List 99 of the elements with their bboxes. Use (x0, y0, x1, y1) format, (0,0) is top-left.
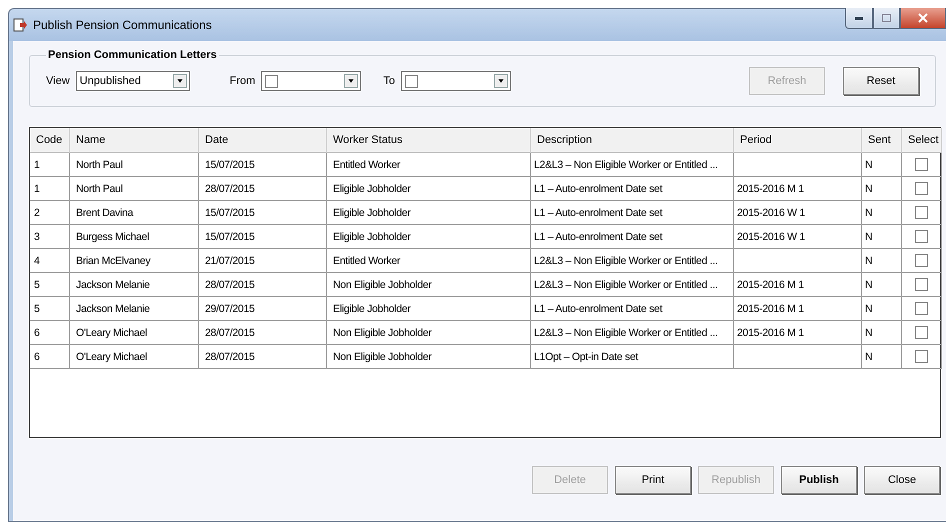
action-button[interactable]: Publish (781, 466, 857, 494)
column-header[interactable]: Period (734, 128, 862, 153)
table-cell: 15/07/2015 (199, 225, 327, 249)
table-cell: 5 (30, 273, 70, 297)
table-cell: 6 (30, 321, 70, 345)
table-cell: L1 – Auto-enrolment Date set (531, 297, 734, 321)
group-title: Pension Communication Letters (47, 49, 218, 61)
table-cell: O'Leary Michael (70, 345, 199, 369)
table-cell: 28/07/2015 (199, 321, 327, 345)
table-cell: 2015-2016 W 1 (734, 225, 862, 249)
table-cell: 1 (30, 153, 70, 177)
view-dropdown[interactable]: Unpublished (76, 71, 190, 91)
minimize-icon (855, 16, 863, 20)
view-label: View (46, 75, 70, 87)
table-cell: 15/07/2015 (199, 153, 327, 177)
select-checkbox[interactable] (915, 182, 928, 195)
caret-icon (344, 74, 358, 88)
table-cell: Burgess Michael (70, 225, 199, 249)
column-header[interactable]: Date (199, 128, 327, 153)
select-checkbox[interactable] (915, 254, 928, 267)
table-cell: Brent Davina (70, 201, 199, 225)
table-cell: North Paul (70, 153, 199, 177)
table-cell: Entitled Worker (327, 249, 531, 273)
table-cell: N (862, 249, 902, 273)
from-date-picker[interactable] (261, 71, 362, 91)
table-cell: 6 (30, 345, 70, 369)
table-cell: L1 – Auto-enrolment Date set (531, 225, 734, 249)
select-checkbox[interactable] (915, 278, 928, 291)
to-label: To (383, 75, 395, 87)
column-header[interactable]: Sent (862, 128, 902, 153)
caret-icon (494, 74, 508, 88)
table-cell: L1 – Auto-enrolment Date set (531, 177, 734, 201)
table-cell: 5 (30, 297, 70, 321)
table-cell: 28/07/2015 (199, 177, 327, 201)
table-cell: 2015-2016 W 1 (734, 201, 862, 225)
table-cell: Non Eligible Jobholder (327, 321, 531, 345)
table-cell: N (862, 321, 902, 345)
close-icon (918, 13, 928, 23)
table-cell: N (862, 201, 902, 225)
table-cell: 29/07/2015 (199, 297, 327, 321)
select-checkbox[interactable] (915, 206, 928, 219)
table-cell: Jackson Melanie (70, 273, 199, 297)
table-cell: L2&L3 – Non Eligible Worker or Entitled ... (531, 153, 734, 177)
table-cell: 3 (30, 225, 70, 249)
to-date-picker[interactable] (400, 71, 511, 91)
table-cell: 2015-2016 M 1 (734, 321, 862, 345)
select-checkbox[interactable] (915, 326, 928, 339)
caret-icon (172, 74, 187, 88)
table-cell: N (862, 273, 902, 297)
select-checkbox[interactable] (915, 158, 928, 171)
select-checkbox[interactable] (915, 302, 928, 315)
table-cell: Brian McElvaney (70, 249, 199, 273)
maximize-icon (882, 14, 891, 22)
table-cell: Non Eligible Jobholder (327, 273, 531, 297)
table-cell: 28/07/2015 (199, 273, 327, 297)
table-cell: L1 – Auto-enrolment Date set (531, 201, 734, 225)
action-button[interactable]: Close (864, 466, 940, 494)
maximize-button[interactable] (873, 8, 900, 29)
table-cell: O'Leary Michael (70, 321, 199, 345)
column-header[interactable]: Select (902, 128, 942, 153)
table-cell: 21/07/2015 (199, 249, 327, 273)
table-cell: L2&L3 – Non Eligible Worker or Entitled ... (531, 321, 734, 345)
table-cell: L2&L3 – Non Eligible Worker or Entitled ... (531, 249, 734, 273)
table-cell: Non Eligible Jobholder (327, 345, 531, 369)
table-cell: Eligible Jobholder (327, 225, 531, 249)
select-checkbox[interactable] (915, 350, 928, 363)
table-cell: North Paul (70, 177, 199, 201)
table-cell: N (862, 225, 902, 249)
from-label: From (230, 75, 256, 87)
table-cell: Entitled Worker (327, 153, 531, 177)
minimize-button[interactable] (845, 8, 873, 29)
table-cell: 2015-2016 M 1 (734, 273, 862, 297)
table-cell: 4 (30, 249, 70, 273)
table-cell: Eligible Jobholder (327, 297, 531, 321)
table-cell: N (862, 297, 902, 321)
table-cell: N (862, 345, 902, 369)
action-button[interactable]: Print (615, 466, 691, 494)
table-cell: Jackson Melanie (70, 297, 199, 321)
column-header[interactable]: Code (30, 128, 70, 153)
toolbar-button[interactable]: Reset (843, 67, 919, 95)
select-checkbox[interactable] (915, 230, 928, 243)
table-cell: 2015-2016 M 1 (734, 177, 862, 201)
document-icon (13, 18, 27, 32)
table-cell: 15/07/2015 (199, 201, 327, 225)
table-cell: 1 (30, 177, 70, 201)
close-button[interactable] (900, 8, 946, 29)
table-cell: 28/07/2015 (199, 345, 327, 369)
table-cell: Eligible Jobholder (327, 177, 531, 201)
table-cell: 2 (30, 201, 70, 225)
column-header[interactable]: Description (531, 128, 734, 153)
table-cell: N (862, 177, 902, 201)
column-header[interactable]: Worker Status (327, 128, 531, 153)
table-cell: Eligible Jobholder (327, 201, 531, 225)
table-cell: L2&L3 – Non Eligible Worker or Entitled ... (531, 273, 734, 297)
column-header[interactable]: Name (70, 128, 199, 153)
table-cell: 2015-2016 M 1 (734, 297, 862, 321)
window-title: Publish Pension Communications (33, 18, 213, 32)
table-cell: N (862, 153, 902, 177)
table-cell: L1Opt – Opt-in Date set (531, 345, 734, 369)
